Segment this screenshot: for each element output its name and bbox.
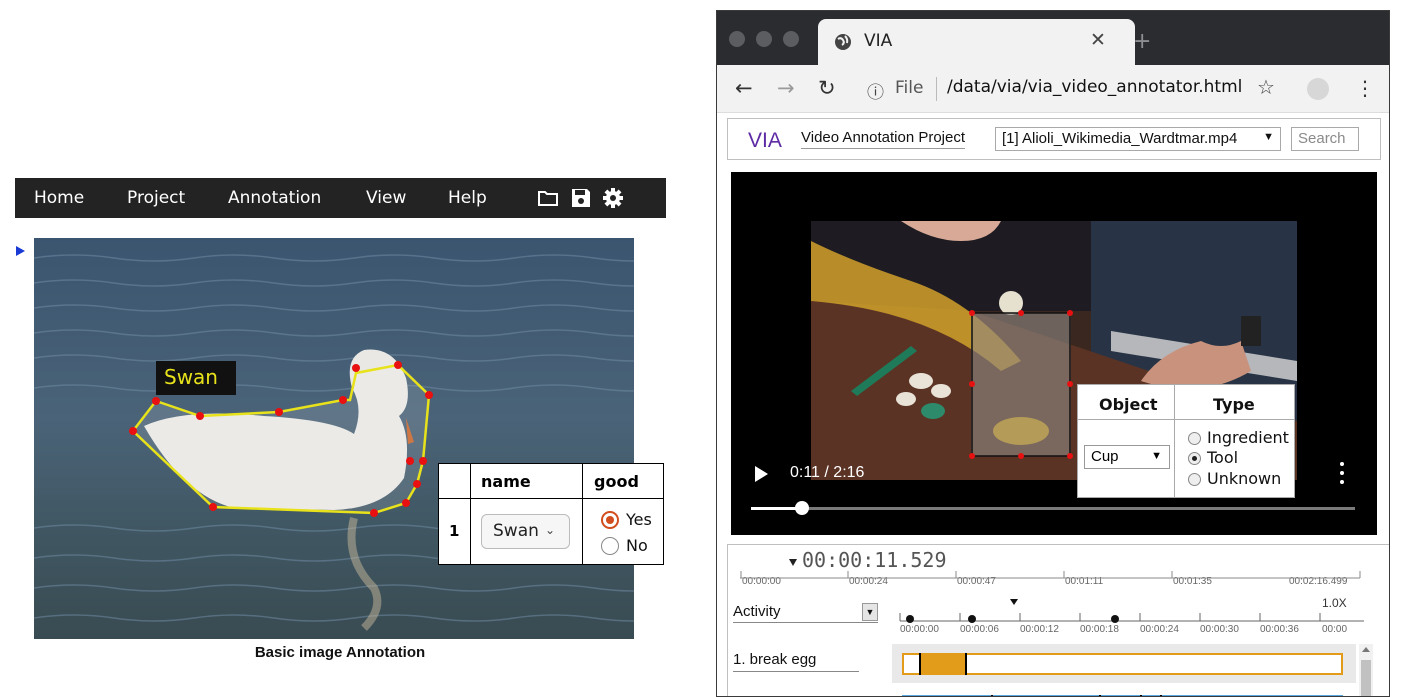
current-time: 00:00:11.529: [802, 548, 947, 572]
column-header-object: Object: [1099, 395, 1158, 414]
window-maximize-button[interactable]: [783, 31, 799, 47]
detail-tick: 00:00:30: [1200, 624, 1239, 635]
current-time-marker-icon: [789, 559, 797, 566]
segment-track[interactable]: [902, 653, 1343, 675]
video-player[interactable]: Object Type Cup ▼ Ingredient Tool Unknow…: [731, 172, 1377, 535]
menu-help[interactable]: Help: [448, 188, 487, 208]
chevron-down-icon: ⌄: [545, 523, 556, 537]
url-scheme-label: File: [895, 78, 924, 98]
via-topbar: VIA Video Annotation Project [1] Alioli_…: [727, 118, 1381, 160]
attribute-select-value: Activity: [733, 603, 781, 620]
file-select[interactable]: [1] Alioli_Wikimedia_Wardtmar.mp4 ▼: [995, 127, 1281, 151]
attribute-select[interactable]: Activity ▼: [733, 603, 878, 623]
image-annotator-menubar: Home Project Annotation View Help: [15, 178, 666, 218]
type-ingredient-label: Ingredient: [1207, 428, 1289, 447]
video-time: 0:11 / 2:16: [790, 464, 865, 481]
detail-tick: 00:00:36: [1260, 624, 1299, 635]
column-header-name: name: [481, 472, 531, 491]
detail-tick: 00:00:24: [1140, 624, 1179, 635]
project-name-field[interactable]: Video Annotation Project: [801, 129, 966, 149]
save-icon[interactable]: [570, 187, 592, 209]
row-index: 1: [449, 522, 460, 540]
gear-icon[interactable]: [602, 187, 624, 209]
detail-tick: 00:00:12: [1020, 624, 1059, 635]
address-bar[interactable]: /data/via/via_video_annotator.html: [947, 77, 1242, 97]
folder-icon[interactable]: [537, 187, 559, 209]
menu-project[interactable]: Project: [127, 188, 185, 208]
good-no-label: No: [626, 536, 648, 555]
swan-image[interactable]: [34, 238, 634, 639]
object-attribute-table: Object Type Cup ▼ Ingredient Tool Unknow…: [1077, 384, 1295, 498]
file-select-value: [1] Alioli_Wikimedia_Wardtmar.mp4: [1002, 130, 1238, 147]
type-tool-label: Tool: [1207, 448, 1239, 467]
dropdown-arrow-icon: ▼: [862, 603, 878, 621]
good-yes-label: Yes: [626, 510, 652, 529]
back-icon[interactable]: ←: [735, 76, 753, 100]
tab-close-icon[interactable]: ✕: [1090, 29, 1106, 51]
browser-titlebar: VIA ✕ +: [717, 11, 1389, 65]
good-yes-radio[interactable]: [601, 511, 619, 529]
timeline-scrollbar[interactable]: [1359, 644, 1373, 696]
detail-tick: 00:00: [1322, 624, 1348, 635]
object-dropdown-value: Cup: [1091, 448, 1119, 465]
profile-avatar[interactable]: [1307, 78, 1329, 100]
info-icon[interactable]: ⓘ: [867, 78, 884, 103]
good-no-radio[interactable]: [601, 537, 619, 555]
column-header-good: good: [594, 472, 639, 491]
browser-menu-icon[interactable]: ⋮: [1355, 76, 1375, 100]
browser-toolbar: ← → ↻ ⓘ File /data/via/via_video_annotat…: [717, 65, 1389, 113]
window-close-button[interactable]: [729, 31, 745, 47]
type-tool-radio[interactable]: [1188, 452, 1201, 465]
menu-home[interactable]: Home: [34, 188, 84, 208]
search-input[interactable]: Search: [1291, 127, 1359, 151]
tab-title: VIA: [864, 31, 893, 51]
bookmark-star-icon[interactable]: ☆: [1257, 75, 1275, 99]
segment-break-egg[interactable]: [919, 653, 967, 675]
temporal-segment-timeline: 00:00:11.529 00:00:00 00:00:24 00:00:47 …: [727, 544, 1389, 696]
menu-view[interactable]: View: [366, 188, 406, 208]
detail-tick: 00:00:00: [900, 624, 939, 635]
dropdown-arrow-icon: ▼: [1151, 450, 1162, 462]
type-unknown-label: Unknown: [1207, 469, 1282, 488]
segment-marker[interactable]: [906, 615, 914, 623]
segment-marker[interactable]: [968, 615, 976, 623]
type-unknown-radio[interactable]: [1188, 473, 1201, 486]
column-header-type: Type: [1213, 395, 1255, 414]
object-dropdown[interactable]: Cup ▼: [1084, 445, 1170, 469]
play-icon[interactable]: [755, 466, 768, 482]
detail-tick: 00:00:18: [1080, 624, 1119, 635]
new-tab-icon[interactable]: +: [1133, 29, 1151, 54]
reload-icon[interactable]: ↻: [818, 76, 836, 100]
type-ingredient-radio[interactable]: [1188, 432, 1201, 445]
name-dropdown[interactable]: Swan ⌄: [481, 514, 570, 549]
browser-tab[interactable]: VIA ✕: [818, 19, 1135, 65]
region-label: Swan: [156, 361, 236, 395]
video-seekbar[interactable]: [751, 501, 1355, 515]
track-label-break-egg[interactable]: 1. break egg: [733, 651, 859, 672]
video-more-icon[interactable]: [1340, 462, 1344, 484]
forward-icon[interactable]: →: [777, 76, 795, 100]
expand-sidebar-icon[interactable]: [16, 246, 25, 256]
image-caption: Basic image Annotation: [254, 644, 426, 661]
dropdown-arrow-icon: ▼: [1263, 131, 1274, 143]
name-dropdown-value: Swan: [493, 521, 539, 541]
scrollbar-thumb[interactable]: [1361, 660, 1371, 696]
browser-window: VIA ✕ + ← → ↻ ⓘ File /data/via/via_video…: [716, 10, 1390, 697]
menu-annotation[interactable]: Annotation: [228, 188, 321, 208]
via-logo: VIA: [748, 129, 782, 152]
detail-tick: 00:00:06: [960, 624, 999, 635]
composite-screenshot: Home Project Annotation View Help Swan n…: [0, 0, 1402, 697]
window-minimize-button[interactable]: [756, 31, 772, 47]
globe-icon: [835, 34, 851, 50]
segment-marker[interactable]: [1111, 615, 1119, 623]
scroll-up-icon[interactable]: [1362, 647, 1370, 652]
